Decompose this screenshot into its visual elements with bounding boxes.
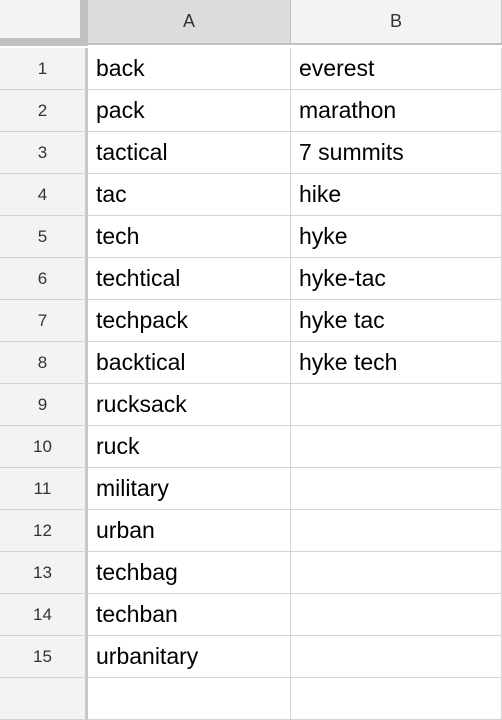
row-header[interactable]: 2 xyxy=(0,90,88,132)
cell-a[interactable]: ruck xyxy=(88,426,291,468)
row-header[interactable]: 6 xyxy=(0,258,88,300)
cell-b[interactable]: hyke tech xyxy=(291,342,502,384)
cell-a[interactable]: backtical xyxy=(88,342,291,384)
row-header[interactable]: 1 xyxy=(0,48,88,90)
cell-b[interactable] xyxy=(291,510,502,552)
cell-b[interactable] xyxy=(291,552,502,594)
cell-b[interactable]: marathon xyxy=(291,90,502,132)
cell-b[interactable]: 7 summits xyxy=(291,132,502,174)
cell-a[interactable]: back xyxy=(88,48,291,90)
cell-a[interactable]: urban xyxy=(88,510,291,552)
cell-a[interactable]: techtical xyxy=(88,258,291,300)
row-header[interactable]: 8 xyxy=(0,342,88,384)
cell-b[interactable]: hyke-tac xyxy=(291,258,502,300)
cell-b[interactable]: hyke xyxy=(291,216,502,258)
row-header[interactable] xyxy=(0,678,88,720)
cell-a[interactable]: tech xyxy=(88,216,291,258)
row-header[interactable]: 9 xyxy=(0,384,88,426)
row-header[interactable]: 14 xyxy=(0,594,88,636)
cell-b[interactable] xyxy=(291,636,502,678)
cell-b[interactable] xyxy=(291,678,502,720)
cell-b[interactable] xyxy=(291,468,502,510)
row-header[interactable]: 15 xyxy=(0,636,88,678)
select-all-corner[interactable] xyxy=(0,0,88,46)
cell-b[interactable] xyxy=(291,594,502,636)
cell-a[interactable]: tac xyxy=(88,174,291,216)
cell-a[interactable]: techpack xyxy=(88,300,291,342)
cell-b[interactable] xyxy=(291,384,502,426)
cell-a[interactable]: techbag xyxy=(88,552,291,594)
cell-b[interactable] xyxy=(291,426,502,468)
row-header[interactable]: 10 xyxy=(0,426,88,468)
row-header[interactable]: 3 xyxy=(0,132,88,174)
cell-a[interactable] xyxy=(88,678,291,720)
cell-a[interactable]: tactical xyxy=(88,132,291,174)
column-header-a[interactable]: A xyxy=(88,0,291,45)
cell-a[interactable]: techban xyxy=(88,594,291,636)
cell-b[interactable]: hike xyxy=(291,174,502,216)
row-header[interactable]: 4 xyxy=(0,174,88,216)
cell-b[interactable]: everest xyxy=(291,48,502,90)
row-header[interactable]: 13 xyxy=(0,552,88,594)
cell-b[interactable]: hyke tac xyxy=(291,300,502,342)
cell-a[interactable]: pack xyxy=(88,90,291,132)
cell-a[interactable]: urbanitary xyxy=(88,636,291,678)
row-header[interactable]: 12 xyxy=(0,510,88,552)
row-header[interactable]: 7 xyxy=(0,300,88,342)
row-header[interactable]: 5 xyxy=(0,216,88,258)
row-header[interactable]: 11 xyxy=(0,468,88,510)
cell-a[interactable]: military xyxy=(88,468,291,510)
cell-a[interactable]: rucksack xyxy=(88,384,291,426)
column-header-b[interactable]: B xyxy=(291,0,502,45)
